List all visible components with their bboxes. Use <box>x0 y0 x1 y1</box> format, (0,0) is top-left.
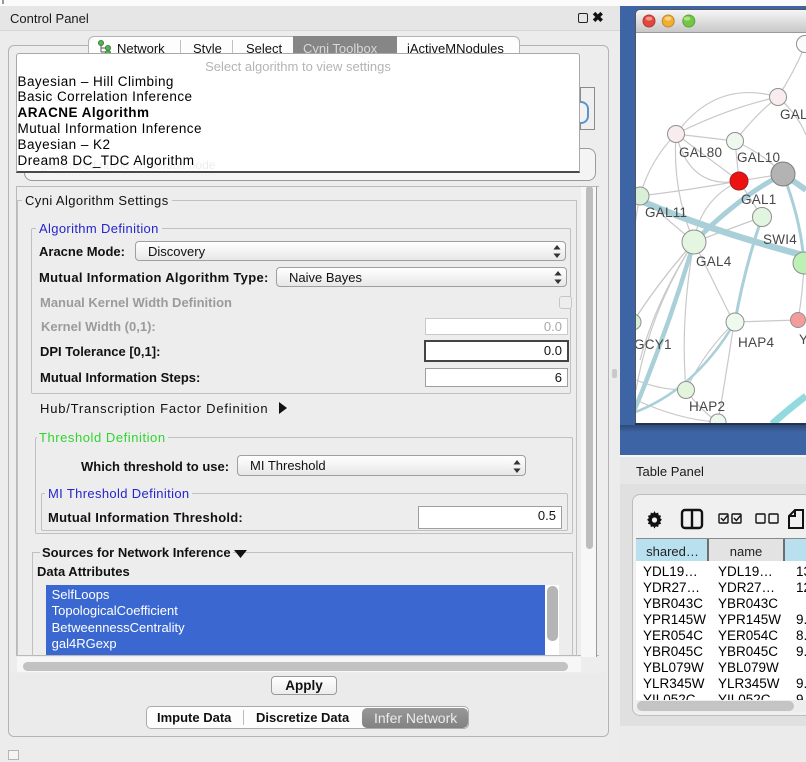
svg-text:SWI4: SWI4 <box>763 232 797 247</box>
svg-text:HAP2: HAP2 <box>689 399 725 414</box>
svg-text:GAL11: GAL11 <box>645 205 687 220</box>
svg-text:GAL1: GAL1 <box>741 192 777 207</box>
svg-text:GAL4: GAL4 <box>696 254 732 269</box>
svg-text:Y: Y <box>799 332 806 347</box>
svg-text:GAL10: GAL10 <box>737 150 780 165</box>
svg-text:GAL80: GAL80 <box>679 145 722 160</box>
svg-text:HAP4: HAP4 <box>738 335 775 350</box>
svg-text:GCY1: GCY1 <box>636 337 672 352</box>
svg-text:GAL7: GAL7 <box>780 107 806 122</box>
